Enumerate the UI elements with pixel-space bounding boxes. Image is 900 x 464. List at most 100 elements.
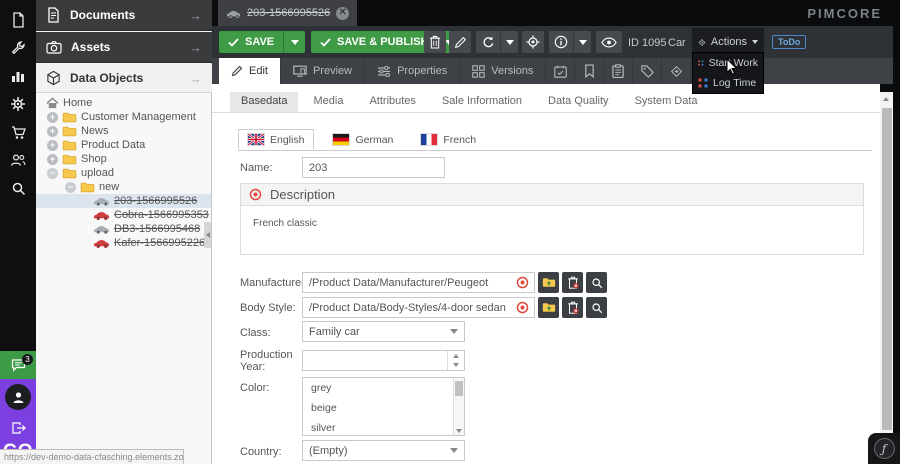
- support-widget[interactable]: ƒ: [868, 433, 900, 464]
- production-year-spinner[interactable]: [302, 350, 465, 371]
- info-button[interactable]: [549, 31, 591, 53]
- color-multiselect[interactable]: grey beige silver: [302, 377, 465, 436]
- workflow-icon: [698, 78, 708, 88]
- sidebar-panel-assets[interactable]: Assets →: [36, 32, 212, 63]
- info-dropdown-button[interactable]: [573, 31, 591, 53]
- menu-item-log-time[interactable]: Log Time: [693, 73, 763, 93]
- tree-item-product-data[interactable]: + Product Data: [36, 138, 211, 152]
- class-select[interactable]: Family car: [302, 321, 465, 342]
- tree-item-customer-management[interactable]: + Customer Management: [36, 110, 211, 124]
- settings-icon[interactable]: [0, 90, 36, 118]
- tree-item-kafer[interactable]: Kafer-1566995226: [36, 236, 211, 250]
- tab-properties[interactable]: Properties: [365, 58, 460, 84]
- save-dropdown-button[interactable]: [283, 31, 305, 53]
- reports-icon[interactable]: [0, 62, 36, 90]
- bookmark-button[interactable]: [575, 58, 604, 84]
- expand-plus-icon[interactable]: +: [47, 154, 58, 165]
- arrow-right-icon: →: [189, 71, 202, 86]
- manufacturer-open-button[interactable]: [538, 272, 559, 293]
- info-icon: [554, 35, 568, 49]
- manufacturer-input[interactable]: [302, 272, 535, 293]
- content-scrollbar[interactable]: [880, 92, 893, 464]
- tab-lang-french[interactable]: French: [412, 129, 485, 150]
- save-button[interactable]: SAVE: [219, 31, 305, 53]
- users-icon[interactable]: [0, 146, 36, 174]
- scroll-up-icon[interactable]: [883, 97, 889, 101]
- ecommerce-icon[interactable]: [0, 118, 36, 146]
- tree-item-db3[interactable]: DB3-1566995468: [36, 222, 211, 236]
- tab-lang-english[interactable]: English: [238, 129, 314, 150]
- sidebar-collapse-handle[interactable]: [204, 222, 211, 248]
- tree-item-new[interactable]: − new: [36, 180, 211, 194]
- tab-media[interactable]: Media: [302, 92, 354, 112]
- body-style-input[interactable]: [302, 297, 535, 318]
- collapse-minus-icon[interactable]: −: [47, 168, 58, 179]
- manufacturer-remove-button[interactable]: [562, 272, 583, 293]
- notes-button[interactable]: [604, 58, 633, 84]
- expand-plus-icon[interactable]: +: [47, 140, 58, 151]
- tab-attributes[interactable]: Attributes: [358, 92, 426, 112]
- tools-icon[interactable]: [0, 34, 36, 62]
- data-section-tabs: Basedata Media Attributes Sale Informati…: [212, 92, 880, 113]
- spinner-down-icon[interactable]: [448, 361, 464, 371]
- folder-icon: [62, 168, 77, 179]
- tab-lang-german[interactable]: German: [324, 129, 402, 150]
- sidebar-panel-documents[interactable]: Documents →: [36, 0, 212, 31]
- tab-edit[interactable]: Edit: [219, 58, 281, 84]
- tab-versions[interactable]: Versions: [460, 58, 546, 84]
- logout-icon[interactable]: [0, 415, 36, 441]
- avatar[interactable]: [5, 384, 31, 410]
- locate-in-tree-button[interactable]: [522, 31, 544, 53]
- name-input[interactable]: [302, 157, 445, 178]
- reload-dropdown-button[interactable]: [500, 31, 518, 53]
- search-icon[interactable]: [0, 174, 36, 202]
- description-value[interactable]: French classic: [241, 206, 863, 241]
- tree-item-203[interactable]: 203-1566995526: [36, 194, 211, 208]
- tree-item-news[interactable]: + News: [36, 124, 211, 138]
- scrollbar-thumb[interactable]: [882, 108, 892, 430]
- documents-icon[interactable]: [0, 6, 36, 34]
- tree-item-upload[interactable]: − upload: [36, 166, 211, 180]
- spinner-up-icon[interactable]: [448, 351, 464, 361]
- tab-basedata[interactable]: Basedata: [230, 92, 298, 112]
- collapse-minus-icon[interactable]: −: [65, 182, 76, 193]
- tree-item-shop[interactable]: + Shop: [36, 152, 211, 166]
- open-object-tab[interactable]: 203-1566995526 ✕: [218, 0, 357, 26]
- expand-plus-icon[interactable]: +: [47, 112, 58, 123]
- color-scrollbar[interactable]: [453, 378, 464, 435]
- tags-button[interactable]: [633, 58, 662, 84]
- color-option-grey[interactable]: grey: [303, 378, 464, 398]
- notifications-button[interactable]: 3: [0, 351, 36, 379]
- calendar-check-icon: [554, 65, 567, 78]
- tab-preview[interactable]: Preview: [281, 58, 365, 84]
- expand-plus-icon[interactable]: +: [47, 126, 58, 137]
- delete-button[interactable]: [424, 31, 446, 53]
- color-option-silver[interactable]: silver: [303, 418, 464, 438]
- tab-data-quality[interactable]: Data Quality: [537, 92, 620, 112]
- reload-button[interactable]: [476, 31, 518, 53]
- tab-system-data[interactable]: System Data: [624, 92, 709, 112]
- tab-sale-information[interactable]: Sale Information: [431, 92, 533, 112]
- german-flag-icon: [333, 134, 349, 145]
- body-style-open-button[interactable]: [538, 297, 559, 318]
- schedule-button[interactable]: [546, 58, 575, 84]
- bullseye-icon: [516, 276, 529, 289]
- panel-label: Assets: [71, 40, 110, 54]
- country-select[interactable]: (Empty): [302, 440, 465, 461]
- tree-item-home[interactable]: Home: [36, 96, 211, 110]
- tree-item-cobra[interactable]: Cobra-1566995353: [36, 208, 211, 222]
- body-style-search-button[interactable]: [586, 297, 607, 318]
- scroll-down-icon[interactable]: [456, 429, 462, 433]
- folder-icon: [62, 112, 77, 123]
- preview-eye-button[interactable]: [596, 31, 622, 53]
- sidebar-panel-data-objects[interactable]: Data Objects →: [36, 64, 212, 93]
- object-type-label: Car: [668, 37, 686, 49]
- body-style-remove-button[interactable]: [562, 297, 583, 318]
- country-label: Country:: [240, 446, 282, 458]
- workflow-button[interactable]: [662, 58, 691, 84]
- manufacturer-search-button[interactable]: [586, 272, 607, 293]
- close-icon[interactable]: ✕: [336, 7, 349, 20]
- sliders-icon: [377, 65, 391, 78]
- rename-button[interactable]: [449, 31, 471, 53]
- color-option-beige[interactable]: beige: [303, 398, 464, 418]
